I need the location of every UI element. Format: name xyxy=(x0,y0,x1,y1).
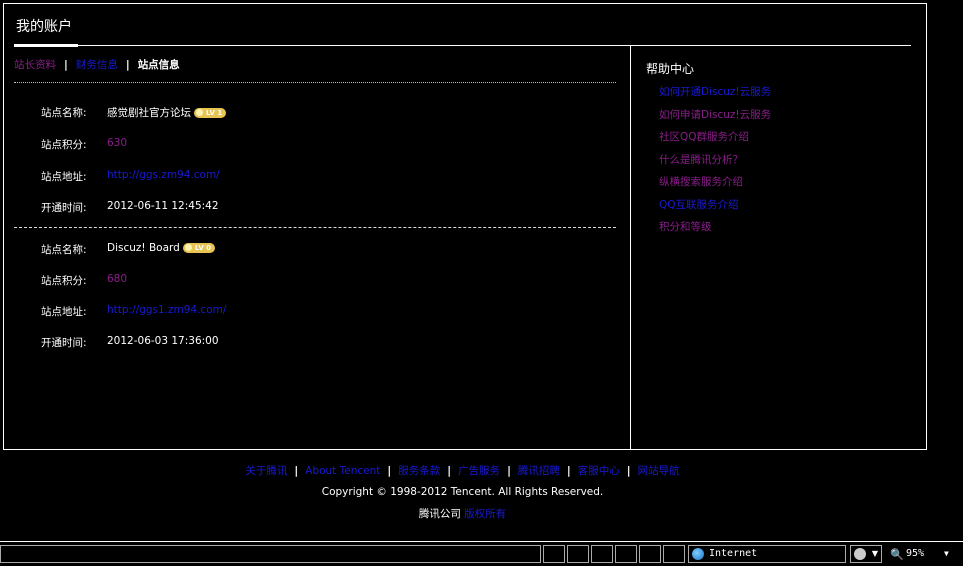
main-panel: 我的账户 站长资料 | 财务信息 | 站点信息 站点名称: 感觉剧社官方论坛 LV 1 站… xyxy=(3,3,927,450)
tab-separator: | xyxy=(125,59,130,71)
sidebar-divider xyxy=(630,46,631,449)
tab-bar: 站长资料 | 财务信息 | 站点信息 xyxy=(14,57,180,72)
help-link-search[interactable]: 纵横搜索服务介绍 xyxy=(659,176,743,188)
chevron-down-icon: ▼ xyxy=(871,549,878,558)
tabs-divider xyxy=(14,82,616,83)
site-1-opened-row: 开通时间: 2012-06-11 12:45:42 xyxy=(4,200,604,216)
footer-link-jobs[interactable]: 腾讯招聘 xyxy=(518,465,560,477)
status-pane xyxy=(615,545,637,563)
footer-link-ads[interactable]: 广告服务 xyxy=(458,465,500,477)
site-name: Discuz! Board LV 0 xyxy=(107,242,216,254)
status-pane xyxy=(567,545,589,563)
site-2-opened-row: 开通时间: 2012-06-03 17:36:00 xyxy=(4,335,604,351)
shield-icon xyxy=(854,548,866,560)
site-score-label: 站点积分: xyxy=(41,275,87,287)
site-divider xyxy=(14,227,616,228)
help-list: 如何开通Discuz!云服务 如何申请Discuz!云服务 社区QQ群服务介绍 … xyxy=(659,84,771,242)
site-opened-label: 开通时间: xyxy=(41,337,87,349)
site-url-link[interactable]: http://ggs.zm94.com/ xyxy=(107,169,220,181)
site-opened-label: 开通时间: xyxy=(41,202,87,214)
company-name: 腾讯公司 xyxy=(418,508,461,520)
site-name-text: 感觉剧社官方论坛 xyxy=(107,107,191,119)
site-score-label: 站点积分: xyxy=(41,139,87,151)
site-2-name-row: 站点名称: Discuz! Board LV 0 xyxy=(4,242,604,258)
help-link-open-discuz-cloud[interactable]: 如何开通Discuz!云服务 xyxy=(659,86,771,98)
help-link-tencent-analytics[interactable]: 什么是腾讯分析？ xyxy=(659,154,743,166)
footer-link-about-en[interactable]: About Tencent xyxy=(305,465,380,477)
footer-separator: | xyxy=(626,465,631,477)
footer-link-support[interactable]: 客服中心 xyxy=(578,465,620,477)
status-bar: Internet ▼ 🔍 95% ▼ xyxy=(0,541,963,566)
footer-link-about-cn[interactable]: 关于腾讯 xyxy=(245,465,287,477)
site-opened-time: 2012-06-11 12:45:42 xyxy=(107,200,219,212)
footer-link-sitemap[interactable]: 网站导航 xyxy=(638,465,680,477)
footer-separator: | xyxy=(294,465,299,477)
site-opened-time: 2012-06-03 17:36:00 xyxy=(107,335,219,347)
security-zone[interactable]: Internet xyxy=(688,545,846,563)
title-rule xyxy=(14,45,911,46)
security-zone-label: Internet xyxy=(709,548,758,559)
status-text-pane xyxy=(0,545,541,563)
copyright: Copyright © 1998-2012 Tencent. All Right… xyxy=(321,486,604,498)
site-2-url-row: 站点地址: http://ggs1.zm94.com/ xyxy=(4,304,604,320)
footer-separator: | xyxy=(387,465,392,477)
zoom-control[interactable]: 🔍 95% ▼ xyxy=(886,545,963,563)
help-center-title: 帮助中心 xyxy=(646,62,695,76)
help-link-qq-group[interactable]: 社区QQ群服务介绍 xyxy=(659,131,749,143)
site-score: 630 xyxy=(107,137,128,149)
site-name-label: 站点名称: xyxy=(41,107,87,119)
site-url-label: 站点地址: xyxy=(41,171,87,183)
page-title: 我的账户 xyxy=(16,19,72,35)
zoom-level: 95% xyxy=(906,548,925,559)
magnifier-icon: 🔍 xyxy=(890,548,904,561)
help-link-points-levels[interactable]: 积分和等级 xyxy=(659,221,712,233)
status-pane xyxy=(591,545,613,563)
site-url-label: 站点地址: xyxy=(41,306,87,318)
globe-icon xyxy=(692,548,704,560)
status-pane xyxy=(639,545,661,563)
site-1-score-row: 站点积分: 630 xyxy=(4,137,604,153)
company-line: 腾讯公司 版权所有 xyxy=(0,506,925,521)
status-pane xyxy=(663,545,685,563)
help-link-apply-discuz-cloud[interactable]: 如何申请Discuz!云服务 xyxy=(659,109,771,121)
tab-site-info[interactable]: 站点信息 xyxy=(138,59,180,71)
protected-mode-button[interactable]: ▼ xyxy=(850,545,882,563)
site-name-text: Discuz! Board xyxy=(107,242,180,254)
level-badge-icon: LV 1 xyxy=(194,108,227,118)
tab-finance-info[interactable]: 财务信息 xyxy=(76,59,118,71)
tab-separator: | xyxy=(64,59,68,71)
footer-separator: | xyxy=(447,465,452,477)
rights-link[interactable]: 版权所有 xyxy=(464,508,506,520)
footer-links: 关于腾讯 | About Tencent | 服务条款 | 广告服务 | 腾讯招聘 | 客服中心 | 网… xyxy=(0,463,925,478)
level-badge-icon: LV 0 xyxy=(182,243,216,253)
site-url-link[interactable]: http://ggs1.zm94.com/ xyxy=(107,304,226,316)
site-score: 680 xyxy=(107,273,128,285)
chevron-down-icon: ▼ xyxy=(944,549,949,558)
site-2-score-row: 站点积分: 680 xyxy=(4,273,604,289)
site-name-label: 站点名称: xyxy=(41,244,87,256)
status-pane xyxy=(543,545,565,563)
footer-separator: | xyxy=(566,465,571,477)
tab-webmaster-info[interactable]: 站长资料 xyxy=(14,59,56,71)
help-link-qq-connect[interactable]: QQ互联服务介绍 xyxy=(659,199,739,211)
footer-link-terms[interactable]: 服务条款 xyxy=(398,465,440,477)
footer-separator: | xyxy=(507,465,511,477)
site-name: 感觉剧社官方论坛 LV 1 xyxy=(107,105,227,120)
site-1-name-row: 站点名称: 感觉剧社官方论坛 LV 1 xyxy=(4,105,604,121)
site-1-url-row: 站点地址: http://ggs.zm94.com/ xyxy=(4,169,604,185)
